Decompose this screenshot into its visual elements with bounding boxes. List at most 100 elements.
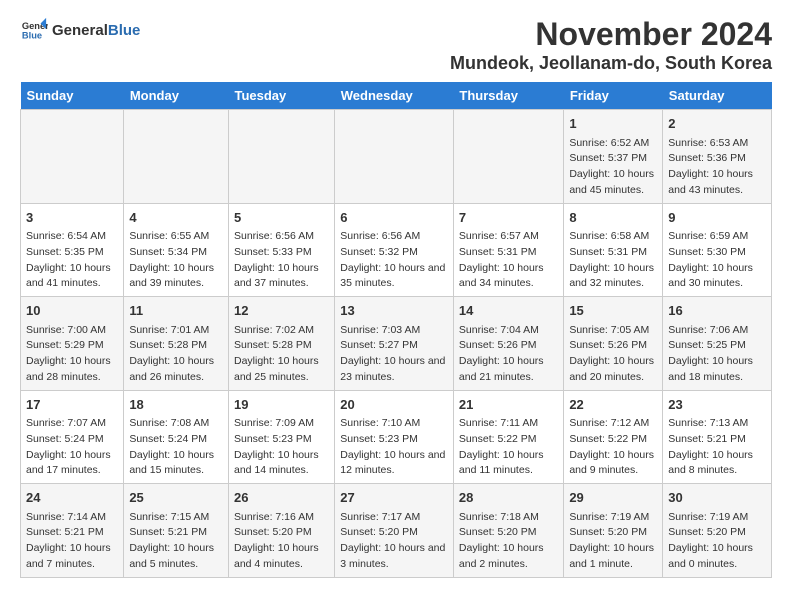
cell-content: Sunrise: 6:56 AM <box>340 229 448 245</box>
cell-content: Sunrise: 7:17 AM <box>340 510 448 526</box>
cell-content: Sunrise: 7:05 AM <box>569 323 657 339</box>
cell-content: Sunrise: 7:15 AM <box>129 510 223 526</box>
calendar-cell: 29Sunrise: 7:19 AMSunset: 5:20 PMDayligh… <box>564 484 663 578</box>
day-number: 26 <box>234 488 329 508</box>
calendar-cell: 16Sunrise: 7:06 AMSunset: 5:25 PMDayligh… <box>663 297 772 391</box>
cell-content: Daylight: 10 hours and 32 minutes. <box>569 261 657 293</box>
cell-content: Sunset: 5:33 PM <box>234 245 329 261</box>
cell-content: Sunset: 5:20 PM <box>459 525 558 541</box>
cell-content: Sunrise: 6:55 AM <box>129 229 223 245</box>
cell-content: Sunset: 5:20 PM <box>340 525 448 541</box>
calendar-cell: 3Sunrise: 6:54 AMSunset: 5:35 PMDaylight… <box>21 203 124 297</box>
cell-content: Daylight: 10 hours and 28 minutes. <box>26 354 118 386</box>
cell-content: Daylight: 10 hours and 39 minutes. <box>129 261 223 293</box>
calendar-week-row: 1Sunrise: 6:52 AMSunset: 5:37 PMDaylight… <box>21 110 772 204</box>
cell-content: Sunrise: 7:18 AM <box>459 510 558 526</box>
calendar-cell: 27 Sunrise: 7:17 AMSunset: 5:20 PMDayligh… <box>335 484 454 578</box>
cell-content: Sunrise: 7:06 AM <box>668 323 766 339</box>
calendar-cell: 24Sunrise: 7:14 AMSunset: 5:21 PMDayligh… <box>21 484 124 578</box>
cell-content: Daylight: 10 hours and 3 minutes. <box>340 541 448 573</box>
cell-content: Daylight: 10 hours and 21 minutes. <box>459 354 558 386</box>
day-number: 1 <box>569 114 657 134</box>
cell-content: Daylight: 10 hours and 9 minutes. <box>569 448 657 480</box>
calendar-week-row: 3Sunrise: 6:54 AMSunset: 5:35 PMDaylight… <box>21 203 772 297</box>
cell-content: Daylight: 10 hours and 7 minutes. <box>26 541 118 573</box>
calendar-cell: 17Sunrise: 7:07 AMSunset: 5:24 PMDayligh… <box>21 390 124 484</box>
header-wednesday: Wednesday <box>335 82 454 110</box>
calendar-cell <box>335 110 454 204</box>
cell-content: Sunset: 5:20 PM <box>234 525 329 541</box>
calendar-cell <box>21 110 124 204</box>
cell-content: Sunrise: 7:10 AM <box>340 416 448 432</box>
cell-content: Sunrise: 7:01 AM <box>129 323 223 339</box>
cell-content: Sunrise: 7:07 AM <box>26 416 118 432</box>
cell-content: Daylight: 10 hours and 26 minutes. <box>129 354 223 386</box>
day-number: 19 <box>234 395 329 415</box>
day-number: 17 <box>26 395 118 415</box>
day-number: 5 <box>234 208 329 228</box>
cell-content: Daylight: 10 hours and 37 minutes. <box>234 261 329 293</box>
cell-content: Sunset: 5:31 PM <box>459 245 558 261</box>
calendar-cell: 5Sunrise: 6:56 AMSunset: 5:33 PMDaylight… <box>228 203 334 297</box>
calendar-cell: 25Sunrise: 7:15 AMSunset: 5:21 PMDayligh… <box>124 484 229 578</box>
calendar-cell: 14Sunrise: 7:04 AMSunset: 5:26 PMDayligh… <box>453 297 563 391</box>
cell-content: Sunset: 5:31 PM <box>569 245 657 261</box>
cell-content: Sunrise: 6:52 AM <box>569 136 657 152</box>
cell-content: Daylight: 10 hours and 43 minutes. <box>668 167 766 199</box>
header-thursday: Thursday <box>453 82 563 110</box>
calendar-cell <box>228 110 334 204</box>
day-number: 18 <box>129 395 223 415</box>
cell-content: Sunset: 5:22 PM <box>569 432 657 448</box>
day-number: 14 <box>459 301 558 321</box>
cell-content: Sunrise: 7:00 AM <box>26 323 118 339</box>
calendar-cell: 13Sunrise: 7:03 AMSunset: 5:27 PMDayligh… <box>335 297 454 391</box>
cell-content: Daylight: 10 hours and 25 minutes. <box>234 354 329 386</box>
page-header: General Blue General Blue November 2024 … <box>20 16 772 74</box>
cell-content: Sunrise: 7:02 AM <box>234 323 329 339</box>
calendar-cell: 11Sunrise: 7:01 AMSunset: 5:28 PMDayligh… <box>124 297 229 391</box>
cell-content: Daylight: 10 hours and 41 minutes. <box>26 261 118 293</box>
cell-content: Sunrise: 7:08 AM <box>129 416 223 432</box>
cell-content: Sunrise: 7:13 AM <box>668 416 766 432</box>
calendar-cell: 30Sunrise: 7:19 AMSunset: 5:20 PMDayligh… <box>663 484 772 578</box>
day-number: 21 <box>459 395 558 415</box>
calendar-cell: 8Sunrise: 6:58 AMSunset: 5:31 PMDaylight… <box>564 203 663 297</box>
cell-content: Sunrise: 6:58 AM <box>569 229 657 245</box>
cell-content: Daylight: 10 hours and 45 minutes. <box>569 167 657 199</box>
cell-content: Sunset: 5:27 PM <box>340 338 448 354</box>
calendar-cell: 9Sunrise: 6:59 AMSunset: 5:30 PMDaylight… <box>663 203 772 297</box>
cell-content: Sunset: 5:21 PM <box>668 432 766 448</box>
calendar-cell: 1Sunrise: 6:52 AMSunset: 5:37 PMDaylight… <box>564 110 663 204</box>
calendar-cell: 28Sunrise: 7:18 AMSunset: 5:20 PMDayligh… <box>453 484 563 578</box>
day-number: 20 <box>340 395 448 415</box>
calendar-week-row: 24Sunrise: 7:14 AMSunset: 5:21 PMDayligh… <box>21 484 772 578</box>
logo-icon: General Blue <box>20 16 48 44</box>
calendar-cell: 12Sunrise: 7:02 AMSunset: 5:28 PMDayligh… <box>228 297 334 391</box>
calendar-cell: 18Sunrise: 7:08 AMSunset: 5:24 PMDayligh… <box>124 390 229 484</box>
day-number: 27 <box>340 488 448 508</box>
calendar-cell: 15Sunrise: 7:05 AMSunset: 5:26 PMDayligh… <box>564 297 663 391</box>
cell-content: Sunrise: 6:59 AM <box>668 229 766 245</box>
cell-content: Daylight: 10 hours and 0 minutes. <box>668 541 766 573</box>
cell-content: Sunset: 5:20 PM <box>569 525 657 541</box>
day-number: 28 <box>459 488 558 508</box>
cell-content: Sunrise: 6:54 AM <box>26 229 118 245</box>
day-number: 16 <box>668 301 766 321</box>
logo[interactable]: General Blue General Blue <box>20 16 140 44</box>
day-number: 13 <box>340 301 448 321</box>
calendar-cell: 4Sunrise: 6:55 AMSunset: 5:34 PMDaylight… <box>124 203 229 297</box>
calendar-cell: 26Sunrise: 7:16 AMSunset: 5:20 PMDayligh… <box>228 484 334 578</box>
cell-content: Sunset: 5:32 PM <box>340 245 448 261</box>
header-saturday: Saturday <box>663 82 772 110</box>
cell-content: Sunset: 5:36 PM <box>668 151 766 167</box>
cell-content: Daylight: 10 hours and 34 minutes. <box>459 261 558 293</box>
calendar-cell <box>124 110 229 204</box>
cell-content: Sunset: 5:30 PM <box>668 245 766 261</box>
cell-content: Sunset: 5:21 PM <box>129 525 223 541</box>
cell-content: Sunrise: 7:09 AM <box>234 416 329 432</box>
cell-content: Sunrise: 7:03 AM <box>340 323 448 339</box>
main-title: November 2024 <box>450 16 772 53</box>
calendar-week-row: 17Sunrise: 7:07 AMSunset: 5:24 PMDayligh… <box>21 390 772 484</box>
cell-content: Sunrise: 7:19 AM <box>569 510 657 526</box>
calendar-cell: 22Sunrise: 7:12 AMSunset: 5:22 PMDayligh… <box>564 390 663 484</box>
